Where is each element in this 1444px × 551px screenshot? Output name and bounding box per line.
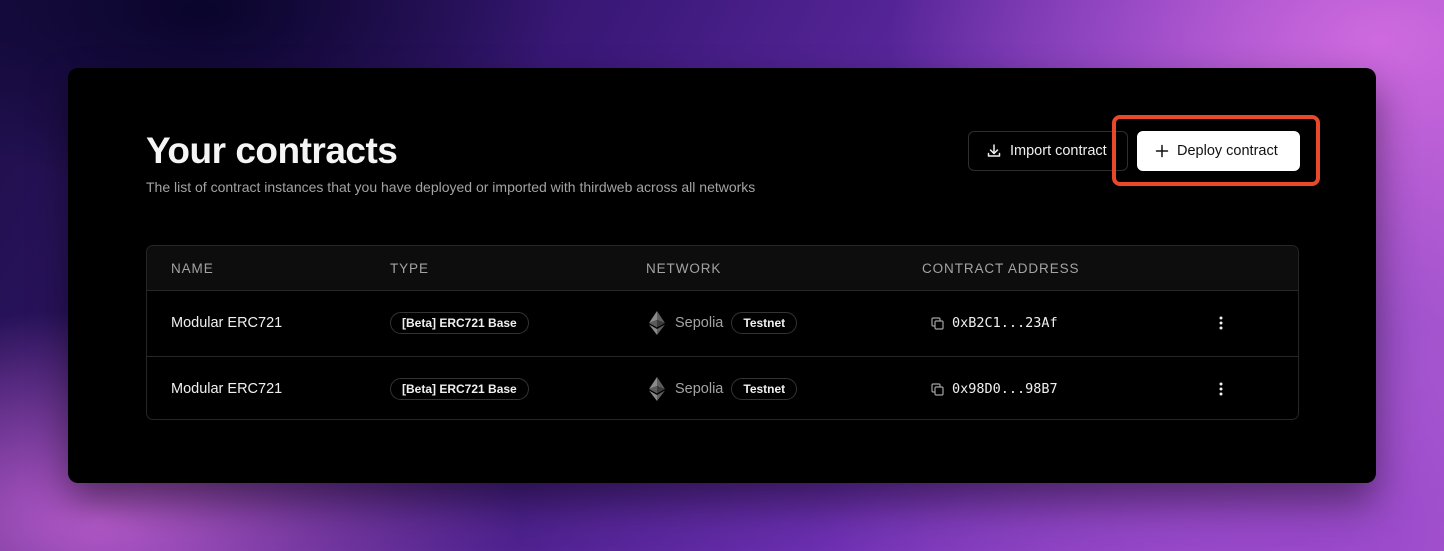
- row-menu-button[interactable]: [1213, 377, 1229, 401]
- deploy-contract-button[interactable]: Deploy contract: [1137, 131, 1300, 171]
- table-row[interactable]: Modular ERC721 [Beta] ERC721 Base Sepoli…: [147, 291, 1298, 356]
- testnet-badge: Testnet: [731, 378, 798, 400]
- contracts-table: NAME TYPE NETWORK CONTRACT ADDRESS Modul…: [146, 245, 1299, 420]
- more-vertical-icon: [1219, 382, 1223, 396]
- column-header-network: NETWORK: [646, 261, 722, 276]
- deploy-contract-label: Deploy contract: [1177, 143, 1278, 159]
- page-title: Your contracts: [146, 130, 398, 171]
- ethereum-icon: [649, 377, 665, 401]
- copy-icon[interactable]: [931, 382, 944, 396]
- more-vertical-icon: [1219, 316, 1223, 330]
- download-icon: [987, 144, 1001, 157]
- ethereum-icon: [649, 311, 665, 335]
- column-header-type: TYPE: [390, 261, 429, 276]
- contract-address[interactable]: 0x98D0...98B7: [952, 381, 1058, 397]
- contracts-panel: Your contracts The list of contract inst…: [68, 68, 1376, 483]
- page-subtitle: The list of contract instances that you …: [146, 179, 756, 195]
- import-contract-button[interactable]: Import contract: [968, 131, 1128, 171]
- contract-address[interactable]: 0xB2C1...23Af: [952, 315, 1058, 331]
- contract-type-badge: [Beta] ERC721 Base: [390, 312, 529, 334]
- column-header-contract-address: CONTRACT ADDRESS: [922, 261, 1080, 276]
- column-header-name: NAME: [171, 261, 214, 276]
- plus-icon: [1155, 144, 1169, 158]
- network-name: Sepolia: [675, 315, 724, 331]
- contract-name: Modular ERC721: [171, 381, 283, 397]
- contract-name: Modular ERC721: [171, 315, 283, 331]
- table-row[interactable]: Modular ERC721 [Beta] ERC721 Base Sepoli…: [147, 356, 1298, 419]
- row-menu-button[interactable]: [1213, 311, 1229, 335]
- copy-icon[interactable]: [931, 316, 944, 330]
- testnet-badge: Testnet: [731, 312, 798, 334]
- contract-type-badge: [Beta] ERC721 Base: [390, 378, 529, 400]
- table-header: NAME TYPE NETWORK CONTRACT ADDRESS: [147, 246, 1298, 291]
- network-name: Sepolia: [675, 381, 724, 397]
- import-contract-label: Import contract: [1010, 143, 1107, 159]
